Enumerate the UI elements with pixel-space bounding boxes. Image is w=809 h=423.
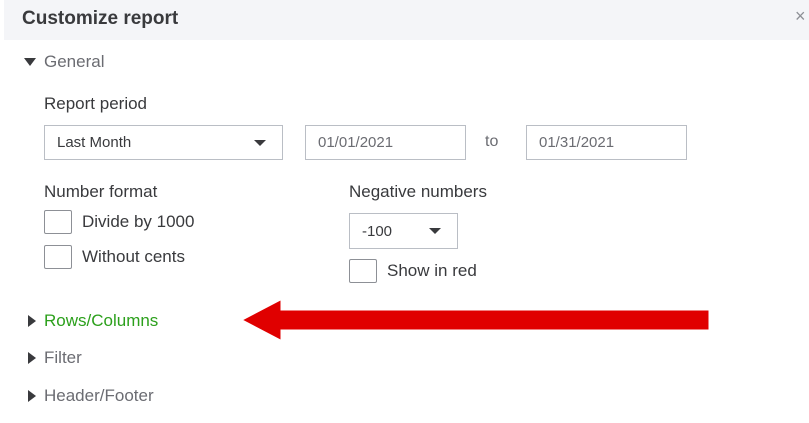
panel-header: Customize report × xyxy=(4,0,809,40)
red-arrow-icon xyxy=(236,295,712,345)
annotation-arrow xyxy=(236,295,714,348)
section-label-header-footer: Header/Footer xyxy=(44,386,154,405)
panel-title: Customize report xyxy=(22,8,179,29)
caret-down-icon xyxy=(24,58,36,66)
checkbox-box[interactable] xyxy=(44,210,72,234)
to-label: to xyxy=(485,133,499,150)
chevron-down-icon xyxy=(254,139,266,146)
caret-right-icon xyxy=(28,390,36,402)
negative-numbers-label: Negative numbers xyxy=(349,182,487,201)
show-in-red-checkbox[interactable]: Show in red xyxy=(349,259,477,283)
caret-right-icon xyxy=(28,315,36,327)
section-label-general: General xyxy=(44,52,105,71)
divide-by-1000-checkbox[interactable]: Divide by 1000 xyxy=(44,210,194,234)
report-period-label: Report period xyxy=(44,94,148,113)
section-toggle-filter[interactable]: Filter xyxy=(24,348,82,368)
number-format-label: Number format xyxy=(44,182,158,201)
section-toggle-rows-columns[interactable]: Rows/Columns xyxy=(24,311,158,331)
section-label-filter: Filter xyxy=(44,348,82,367)
report-period-select[interactable]: Last Month xyxy=(44,125,283,160)
customize-report-panel: Customize report × General Report period… xyxy=(4,0,809,423)
checkbox-box[interactable] xyxy=(44,245,72,269)
checkbox-label: Divide by 1000 xyxy=(82,212,195,231)
section-label-rows-columns: Rows/Columns xyxy=(44,311,159,330)
section-toggle-header-footer[interactable]: Header/Footer xyxy=(24,386,154,406)
negative-numbers-value: -100 xyxy=(362,222,393,240)
close-icon[interactable]: × xyxy=(795,6,806,27)
caret-right-icon xyxy=(28,352,36,364)
date-from-input[interactable]: 01/01/2021 xyxy=(305,125,466,160)
checkbox-label: Without cents xyxy=(82,247,185,266)
section-toggle-general[interactable]: General xyxy=(24,52,104,72)
checkbox-label: Show in red xyxy=(387,261,477,280)
report-period-value: Last Month xyxy=(57,134,132,151)
checkbox-box[interactable] xyxy=(349,259,377,283)
negative-numbers-select[interactable]: -100 xyxy=(349,213,458,249)
date-to-input[interactable]: 01/31/2021 xyxy=(526,125,687,160)
without-cents-checkbox[interactable]: Without cents xyxy=(44,245,185,269)
chevron-down-icon xyxy=(429,228,441,234)
